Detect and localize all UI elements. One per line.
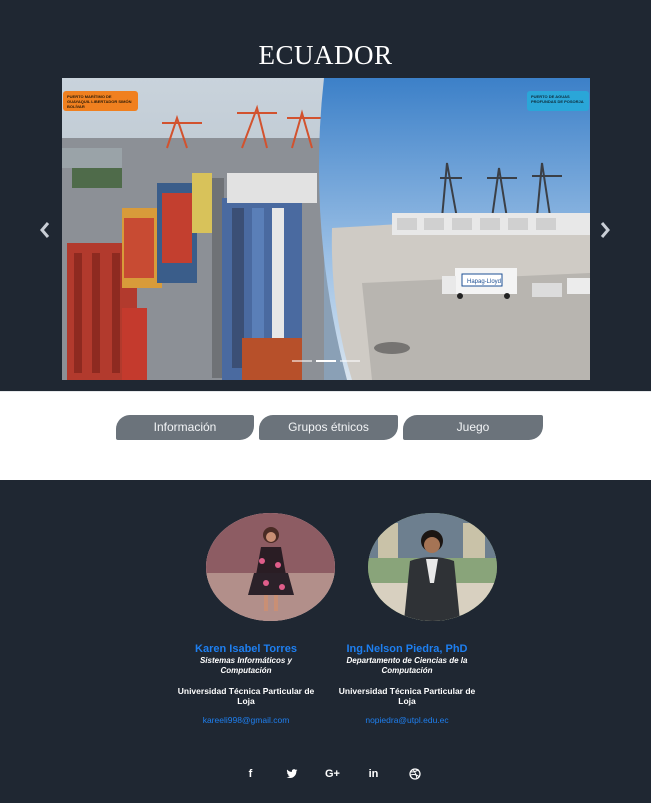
carousel-indicators — [292, 360, 360, 363]
linkedin-icon[interactable]: in — [353, 766, 394, 782]
tab-grupos-etnicos[interactable]: Grupos étnicos — [259, 415, 398, 440]
member-name: Ing.Nelson Piedra, PhD — [346, 643, 468, 655]
member-email-link[interactable]: kareeli998@gmail.com — [171, 715, 321, 725]
google-plus-icon[interactable]: G+ — [312, 766, 353, 782]
page-title: ECUADOR — [258, 40, 393, 70]
social-links: f G+ in — [230, 766, 435, 782]
twitter-icon[interactable] — [271, 766, 312, 782]
avatar-nelson — [368, 513, 497, 621]
facebook-icon[interactable]: f — [230, 766, 271, 782]
member-email-link[interactable]: nopiedra@utpl.edu.ec — [332, 715, 482, 725]
tab-informacion[interactable]: Información — [116, 415, 254, 440]
member-role: Sistemas Informáticos y Computación — [199, 656, 293, 675]
avatar-karen — [206, 513, 335, 621]
dribbble-icon[interactable] — [394, 766, 435, 782]
team-member-nelson: Ing.Nelson Piedra, PhD Departamento de C… — [332, 643, 482, 725]
carousel-slide-image: Hapag-Lloyd — [62, 78, 590, 380]
nav-tabs: Información Grupos étnicos Juego — [116, 415, 543, 441]
carousel-indicator-1[interactable] — [292, 360, 312, 362]
hero-section: ECUADOR Hapag-Lloyd PUERTO MARÍTIMO DE G… — [0, 0, 651, 391]
carousel-prev-button[interactable] — [35, 219, 55, 241]
team-member-karen: Karen Isabel Torres Sistemas Informático… — [171, 643, 321, 725]
member-university: Universidad Técnica Particular de Loja — [177, 686, 315, 706]
member-role: Departamento de Ciencias de la Computaci… — [346, 656, 468, 675]
chevron-left-icon — [40, 222, 50, 238]
footer — [0, 480, 651, 803]
carousel-next-button[interactable] — [595, 219, 615, 241]
chevron-right-icon — [600, 222, 610, 238]
carousel-indicator-2[interactable] — [316, 360, 336, 362]
truck-logo-text: Hapag-Lloyd — [467, 279, 501, 285]
left-port-sign: PUERTO MARÍTIMO DE GUAYAQUIL LIBERTADOR … — [63, 91, 138, 111]
right-port-sign: PUERTO DE AGUAS PROFUNDAS DE POSORJA — [527, 91, 589, 111]
carousel-indicator-3[interactable] — [340, 360, 360, 362]
member-name: Karen Isabel Torres — [195, 643, 297, 655]
member-university: Universidad Técnica Particular de Loja — [338, 686, 476, 706]
tab-juego[interactable]: Juego — [403, 415, 543, 440]
